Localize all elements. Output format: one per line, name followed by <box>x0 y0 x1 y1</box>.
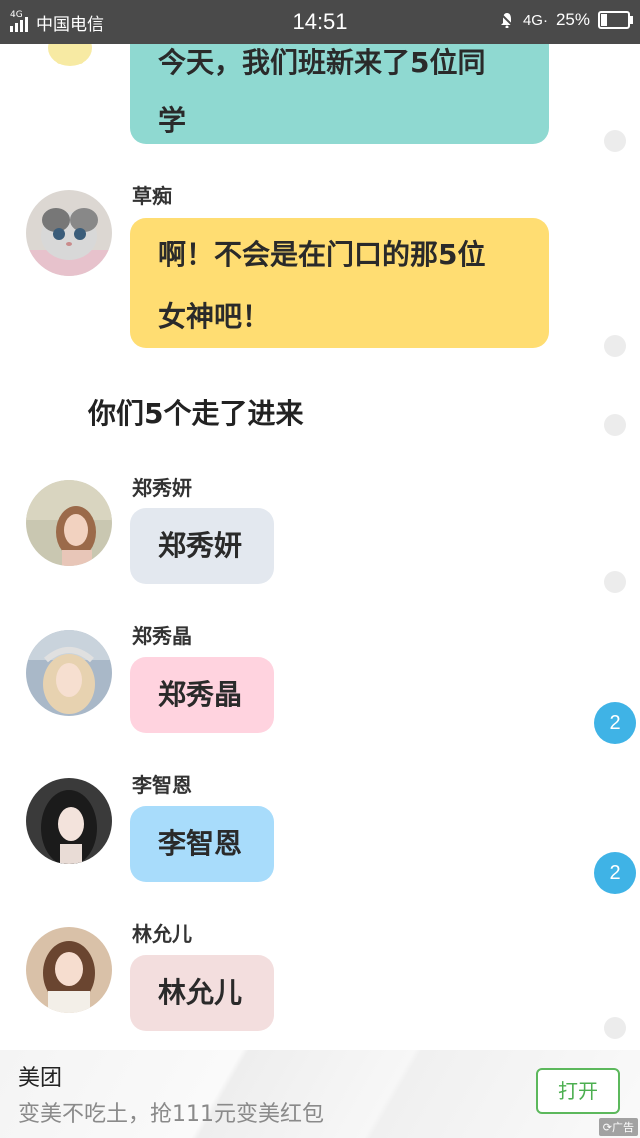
message-line: 女神吧！ <box>158 300 271 333</box>
status-right: 4G· 25% <box>499 10 633 30</box>
chat-area[interactable]: 今天，我们班新来了5位同 学 草痴 啊！不会是在门口的那5位 女神吧！ 你们5个… <box>0 0 640 1050</box>
message-bubble[interactable]: 李智恩 <box>130 806 274 882</box>
sender-name: 林允儿 <box>132 922 192 946</box>
narration-text: 你们5个走了进来 <box>88 397 304 430</box>
read-indicator-dot <box>604 335 626 357</box>
message-line: 学 <box>158 104 187 137</box>
read-indicator-dot <box>604 1017 626 1039</box>
read-indicator-dot <box>604 130 626 152</box>
sender-name: 郑秀妍 <box>132 476 192 500</box>
status-bar: 4G 中国电信 14:51 4G· 25% <box>0 0 640 44</box>
mute-bell-icon <box>499 12 515 29</box>
read-indicator-dot <box>604 414 626 436</box>
ad-text: 变美不吃土，抢111元变美红包 <box>18 1102 324 1127</box>
battery-icon <box>598 11 633 29</box>
message-bubble[interactable]: 啊！不会是在门口的那5位 女神吧！ <box>130 218 549 348</box>
battery-percent: 25% <box>555 10 590 29</box>
network-type: 4G· <box>522 11 548 29</box>
ad-label: ⟳广告 <box>598 1118 638 1136</box>
ad-refresh-icon: ⟳ <box>602 1121 612 1134</box>
avatar-photo[interactable] <box>26 630 112 716</box>
avatar-photo[interactable] <box>26 927 112 1013</box>
avatar-photo[interactable] <box>26 778 112 864</box>
avatar-photo[interactable] <box>26 480 112 566</box>
sender-name: 草痴 <box>132 184 172 208</box>
read-indicator-dot <box>604 571 626 593</box>
message-bubble[interactable]: 郑秀晶 <box>130 657 274 733</box>
ad-open-button[interactable]: 打开 <box>536 1068 620 1114</box>
unread-count-badge[interactable]: 2 <box>594 702 636 744</box>
ad-tag-text: 广告 <box>612 1121 634 1134</box>
sender-name: 李智恩 <box>132 773 192 797</box>
message-bubble[interactable]: 林允儿 <box>130 955 274 1031</box>
message-bubble[interactable]: 郑秀妍 <box>130 508 274 584</box>
ad-banner[interactable]: 美团 变美不吃土，抢111元变美红包 打开 ⟳广告 <box>0 1050 640 1138</box>
sender-name: 郑秀晶 <box>132 624 192 648</box>
avatar-cat[interactable] <box>26 190 112 276</box>
ad-title: 美团 <box>18 1066 63 1091</box>
sticker-avatar <box>40 44 100 68</box>
unread-count-badge[interactable]: 2 <box>594 852 636 894</box>
message-line: 啊！不会是在门口的那5位 <box>158 238 486 271</box>
